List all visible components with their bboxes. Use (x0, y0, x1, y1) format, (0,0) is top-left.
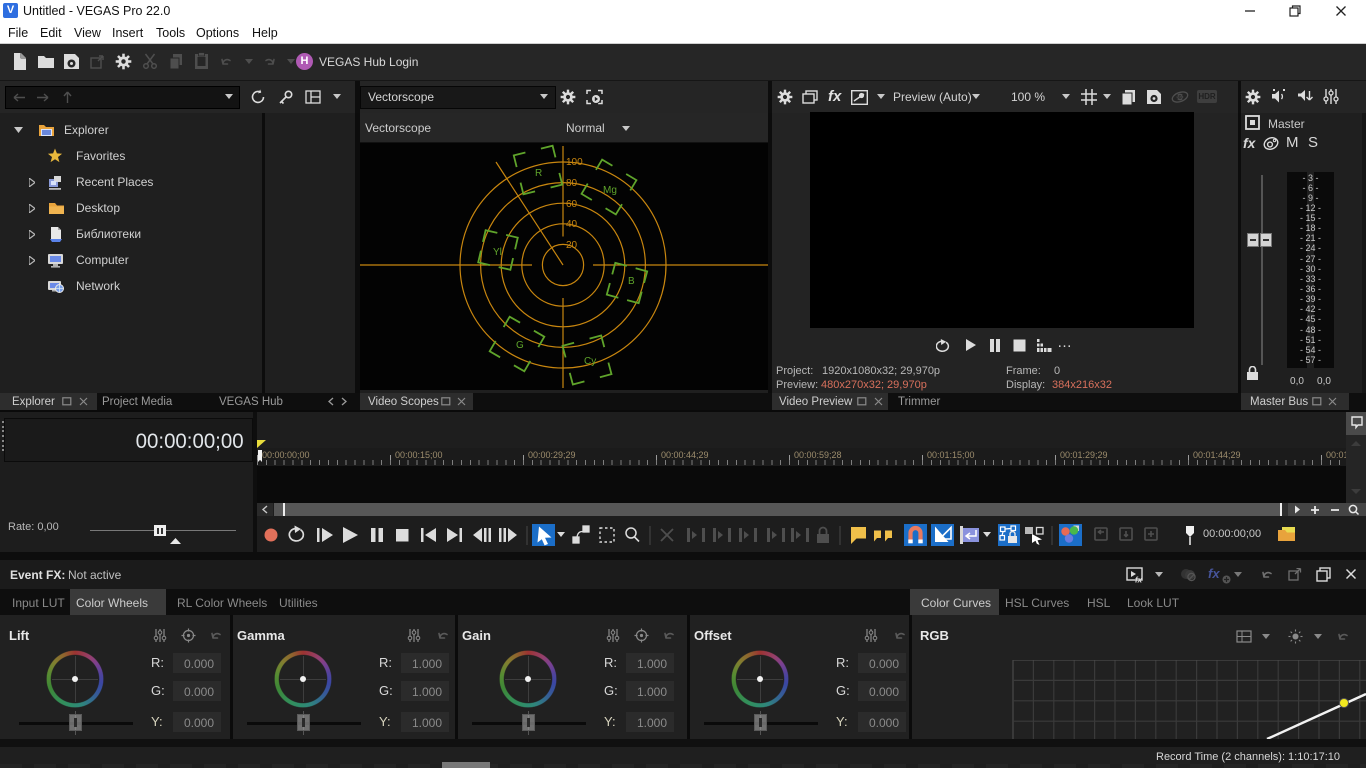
svg-text:Mg: Mg (603, 185, 617, 196)
svg-text:Yl: Yl (493, 247, 502, 258)
svg-text:G: G (516, 340, 524, 351)
svg-text:fx: fx (1135, 576, 1143, 584)
svg-text:80: 80 (566, 178, 578, 189)
svg-text:40: 40 (566, 219, 578, 230)
svg-text:100: 100 (566, 157, 583, 168)
svg-text:R: R (535, 168, 542, 179)
svg-text:Cy: Cy (584, 356, 596, 367)
svg-text:B: B (628, 276, 635, 287)
svg-text:60: 60 (566, 199, 578, 210)
svg-text:20: 20 (566, 240, 578, 251)
svg-text:360: 360 (1176, 95, 1185, 101)
